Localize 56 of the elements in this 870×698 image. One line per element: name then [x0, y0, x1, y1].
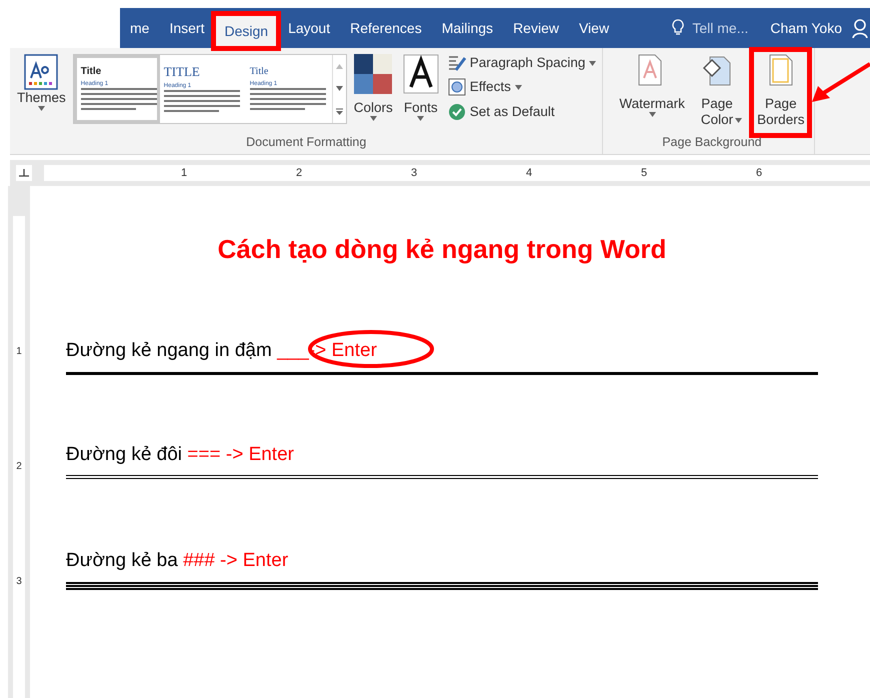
user-name: Cham Yoko	[770, 18, 842, 38]
ribbon-command[interactable]: Set as Default	[446, 100, 598, 123]
ribbon-tab[interactable]: me	[120, 8, 160, 48]
fonts-icon	[402, 54, 439, 94]
lightbulb-icon	[672, 19, 684, 37]
paint-bucket-icon	[702, 54, 732, 86]
text-run: === -> Enter	[187, 444, 294, 464]
ruler-number: 3	[410, 166, 418, 181]
ribbon-tab[interactable]: Review	[503, 8, 569, 48]
ribbon-tab[interactable]: Mailings	[432, 8, 504, 48]
caret-icon	[38, 106, 45, 112]
ribbon-button[interactable]: Watermark	[616, 52, 688, 134]
caret-icon	[589, 60, 596, 66]
fonts-button[interactable]: Fonts	[400, 52, 442, 134]
ribbon-tab[interactable]: Design	[214, 14, 278, 48]
text-run: Đường kẻ đôi	[66, 444, 184, 464]
tab-stop-icon[interactable]	[16, 165, 32, 181]
paragraph-spacing-icon	[448, 54, 466, 72]
colors-button[interactable]: Colors	[350, 52, 396, 134]
ruler-number: 6	[756, 166, 762, 181]
text-run: Đường kẻ ngang in đậm	[66, 340, 273, 361]
ruler-number: 2	[15, 460, 23, 474]
color-swatch-icon	[354, 54, 392, 94]
ruler-number: 1	[15, 345, 23, 359]
caret-icon	[417, 116, 424, 122]
ribbon-tab[interactable]: Layout	[278, 8, 340, 48]
themes-icon	[24, 54, 58, 90]
ribbon-command[interactable]: Effects	[446, 76, 598, 98]
caret-icon	[514, 84, 522, 90]
effects-icon	[448, 78, 466, 96]
caret-icon	[648, 112, 656, 118]
more-icon	[336, 108, 343, 114]
ribbon-command[interactable]: Paragraph Spacing	[446, 52, 598, 74]
ruler-number: 3	[15, 575, 23, 589]
ruler-number: 2	[296, 166, 302, 181]
text-run: Đường kẻ ba	[66, 550, 179, 571]
scroll-down-icon	[336, 86, 343, 90]
group-label: Page Background	[661, 134, 763, 152]
ribbon-tab[interactable]: References	[340, 8, 432, 48]
ruler-number: 5	[640, 166, 648, 181]
ruler-number: 1	[180, 166, 188, 181]
themes-button[interactable]: Themes	[14, 52, 69, 134]
caret-icon	[735, 118, 742, 124]
ribbon-tab[interactable]: Insert	[159, 8, 214, 48]
ribbon-button[interactable]: Page Color	[698, 52, 744, 134]
scroll-up-icon	[336, 64, 343, 68]
group-label: Document Formatting	[245, 134, 368, 152]
text-run: ### -> Enter	[183, 550, 288, 571]
document-heading: Cách tạo dòng kẻ ngang trong Word	[216, 233, 668, 266]
ribbon-tab[interactable]: View	[568, 8, 620, 48]
check-circle-icon	[448, 102, 466, 121]
ruler-number: 4	[526, 166, 532, 181]
tell-me-search[interactable]: Tell me...	[692, 18, 748, 38]
user-icon	[852, 18, 870, 38]
ribbon-button[interactable]: Page Borders	[754, 52, 808, 134]
caret-icon	[370, 116, 377, 122]
